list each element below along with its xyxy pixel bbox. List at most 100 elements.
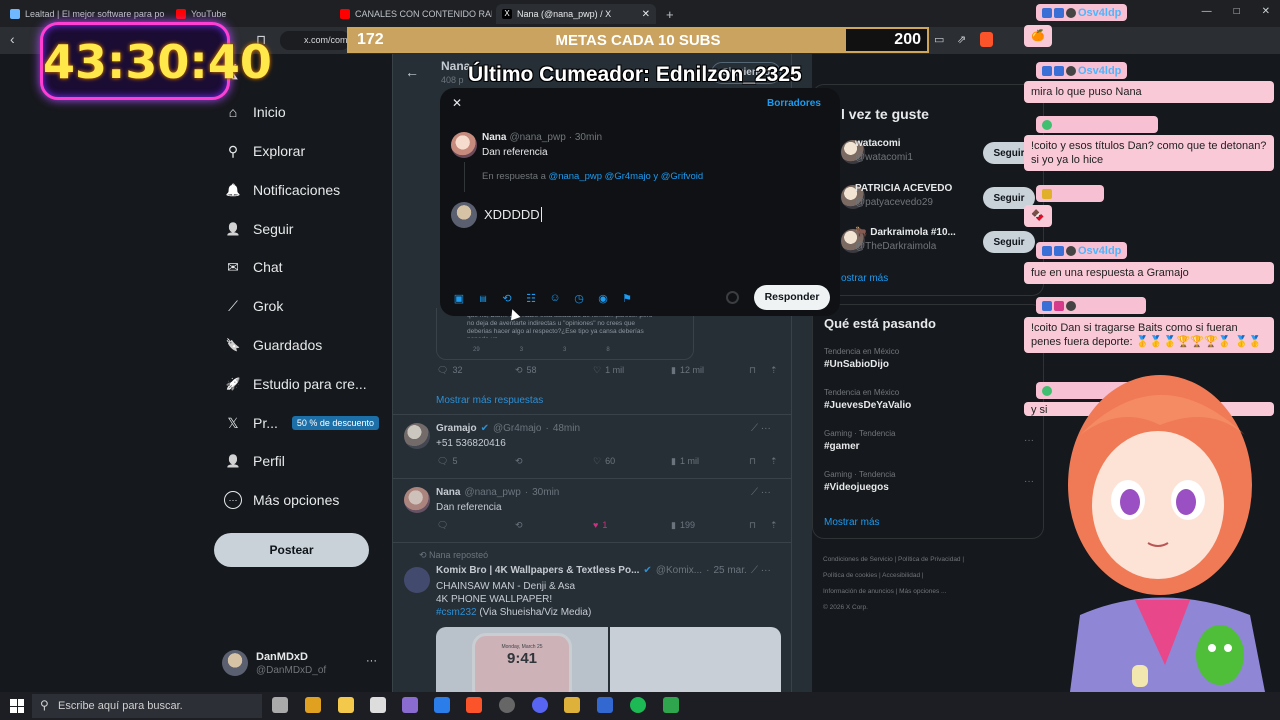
trends-title: Qué está pasando: [824, 316, 936, 331]
suggestion-item[interactable]: PATRICIA ACEVEDO @patyacevedo29 Seguir: [827, 183, 1039, 213]
more-icon[interactable]: ···: [1024, 435, 1034, 446]
brave-browser-icon[interactable]: [466, 697, 482, 713]
goal-target: 200: [894, 31, 921, 48]
location-icon[interactable]: ◉: [597, 292, 609, 305]
sidebar-item-chat[interactable]: ✉ Chat: [224, 252, 282, 282]
badge-icon: [1054, 245, 1064, 256]
sidebar-item-explorar[interactable]: ⚲ Explorar: [224, 136, 305, 166]
reply-compose-textarea[interactable]: XDDDDD: [484, 207, 814, 247]
image-icon[interactable]: ▣: [453, 292, 465, 305]
file-explorer-icon[interactable]: [338, 697, 354, 713]
sidebar-item-guardados[interactable]: 🔖 Guardados: [224, 330, 323, 360]
account-name: DanMDxD: [256, 651, 308, 663]
browser-tab-active[interactable]: X Nana (@nana_pwp) / X ✕: [496, 4, 656, 24]
schedule-icon[interactable]: ◷: [573, 292, 585, 305]
badge-icon: [1042, 65, 1052, 76]
store-icon[interactable]: [434, 697, 450, 713]
windows-start-icon[interactable]: [10, 699, 24, 713]
trend-item[interactable]: Tendencia en México #JuevesDeYaValio: [824, 388, 1034, 411]
original-post-text: Dan referencia: [482, 147, 548, 158]
footer-link[interactable]: Información de anuncios: [823, 588, 894, 595]
badge-icon: [1042, 300, 1052, 311]
obs-icon[interactable]: [499, 697, 515, 713]
maximize-button[interactable]: □: [1234, 6, 1240, 17]
stream-timer: 43:30:40: [40, 22, 272, 100]
chat-message: !coito y esos títulos Dan? como que te d…: [1024, 135, 1274, 171]
trend-item[interactable]: Gaming · Tendencia #Videojuegos ···: [824, 470, 1034, 493]
footer-link[interactable]: Política de cookies: [823, 572, 877, 579]
footer-link[interactable]: Más opciones ...: [899, 588, 946, 595]
badge-icon: [1042, 7, 1052, 18]
goal-label: METAS CADA 10 SUBS: [555, 32, 721, 49]
taskbar-app-icon[interactable]: [370, 697, 386, 713]
trend-item[interactable]: Gaming · Tendencia #gamer ···: [824, 429, 1034, 452]
taskbar-search-input[interactable]: ⚲ Escribe aquí para buscar.: [32, 694, 262, 718]
right-sidebar: l vez te guste watacomi @watacomi1 Segui…: [812, 54, 1047, 692]
browser-tab[interactable]: YouTube: [170, 4, 330, 24]
suggestion-item[interactable]: 🐂 Darkraimola #10... @TheDarkraimola Seg…: [827, 227, 1039, 257]
avatar: [222, 650, 248, 676]
account-switcher[interactable]: DanMDxD @DanMDxD_of ···: [222, 650, 377, 678]
gif-icon[interactable]: ▤: [477, 292, 489, 304]
sidebar-item-perfil[interactable]: 👤 Perfil: [224, 446, 285, 476]
close-tab-icon[interactable]: ✕: [642, 9, 650, 20]
brave-shield-icon[interactable]: [980, 32, 993, 47]
badge-icon: [1066, 300, 1076, 311]
sidebar-item-premium[interactable]: 𝕏 Pr... 50 % de descuento: [224, 408, 379, 438]
sidebar-item-grok[interactable]: ⟋ Grok: [224, 291, 283, 321]
share-icon[interactable]: ⇗: [957, 33, 966, 46]
close-window-button[interactable]: ✕: [1262, 6, 1270, 17]
taskbar-app-icon[interactable]: [564, 697, 580, 713]
drafts-link[interactable]: Borradores: [767, 98, 821, 109]
footer-links: Condiciones de Servicio | Política de Pr…: [823, 556, 965, 611]
back-arrow-icon[interactable]: ‹: [10, 31, 15, 47]
minimize-button[interactable]: —: [1202, 6, 1212, 17]
spotify-icon[interactable]: [630, 697, 646, 713]
post-button[interactable]: Postear: [214, 533, 369, 567]
address-bar[interactable]: x.com/com: [280, 31, 350, 50]
show-more-trends-link[interactable]: Mostrar más: [824, 517, 880, 528]
badge-icon: [1042, 245, 1052, 256]
poll-icon[interactable]: ☷: [525, 292, 537, 305]
badge-icon: [1066, 7, 1076, 18]
more-icon[interactable]: ···: [1024, 476, 1034, 487]
home-icon: ⌂: [228, 104, 238, 120]
copyright: © 2026 X Corp.: [823, 604, 868, 611]
more-icon: ···: [366, 655, 377, 667]
emoji-icon[interactable]: ☺: [549, 292, 561, 304]
sidebar-item-mas-opciones[interactable]: ⋯ Más opciones: [224, 485, 339, 515]
taskbar-app-icon[interactable]: [597, 697, 613, 713]
text-cursor: [540, 207, 542, 222]
footer-link[interactable]: Condiciones de Servicio: [823, 556, 893, 563]
sidebar-item-seguir[interactable]: 👤 Seguir: [224, 214, 294, 244]
chat-message: !coito Dan si tragarse Baits como si fue…: [1024, 317, 1274, 353]
replying-to: En respuesta a @nana_pwp @Gr4majo y @Gri…: [482, 171, 704, 182]
cast-icon[interactable]: ▭: [934, 33, 944, 46]
trend-item[interactable]: Tendencia en México #UnSabioDijo: [824, 347, 1034, 370]
footer-link[interactable]: Accesibilidad: [882, 572, 920, 579]
sidebar-item-notificaciones[interactable]: 🔔 Notificaciones: [224, 175, 341, 205]
x-favicon-icon: X: [502, 9, 512, 19]
taskbar-app-icon[interactable]: [663, 697, 679, 713]
show-more-link[interactable]: ostrar más: [841, 273, 888, 284]
profile-icon: 👤: [225, 454, 241, 468]
footer-link[interactable]: Política de Privacidad: [898, 556, 961, 563]
reply-button[interactable]: Responder: [754, 285, 830, 310]
taskbar-app-icon[interactable]: [402, 697, 418, 713]
browser-tab[interactable]: CANALES CON CONTENIDO RARO E: [334, 4, 492, 24]
close-icon[interactable]: ✕: [452, 96, 462, 110]
reply-dialog: ✕ Borradores Nana @nana_pwp · 30min Dan …: [440, 88, 840, 316]
replying-to-handles[interactable]: @nana_pwp @Gr4majo y @Grifvoid: [549, 171, 704, 182]
discord-icon[interactable]: [532, 697, 548, 713]
taskbar-app-icon[interactable]: [305, 697, 321, 713]
flag-icon[interactable]: ⚑: [621, 292, 633, 305]
grok-icon[interactable]: ⟲: [501, 292, 513, 305]
browser-tab[interactable]: Lealtad | El mejor software para pote: [4, 4, 164, 24]
taskbar-app-icon[interactable]: [272, 697, 288, 713]
follow-button[interactable]: Seguir: [983, 231, 1035, 253]
sidebar-item-estudio[interactable]: 🚀 Estudio para cre...: [224, 369, 367, 399]
new-tab-button[interactable]: +: [660, 4, 680, 24]
suggestion-item[interactable]: watacomi @watacomi1 Seguir: [827, 138, 1039, 168]
suggestions-title: l vez te guste: [841, 106, 929, 122]
sidebar-item-inicio[interactable]: ⌂ Inicio: [224, 97, 286, 127]
